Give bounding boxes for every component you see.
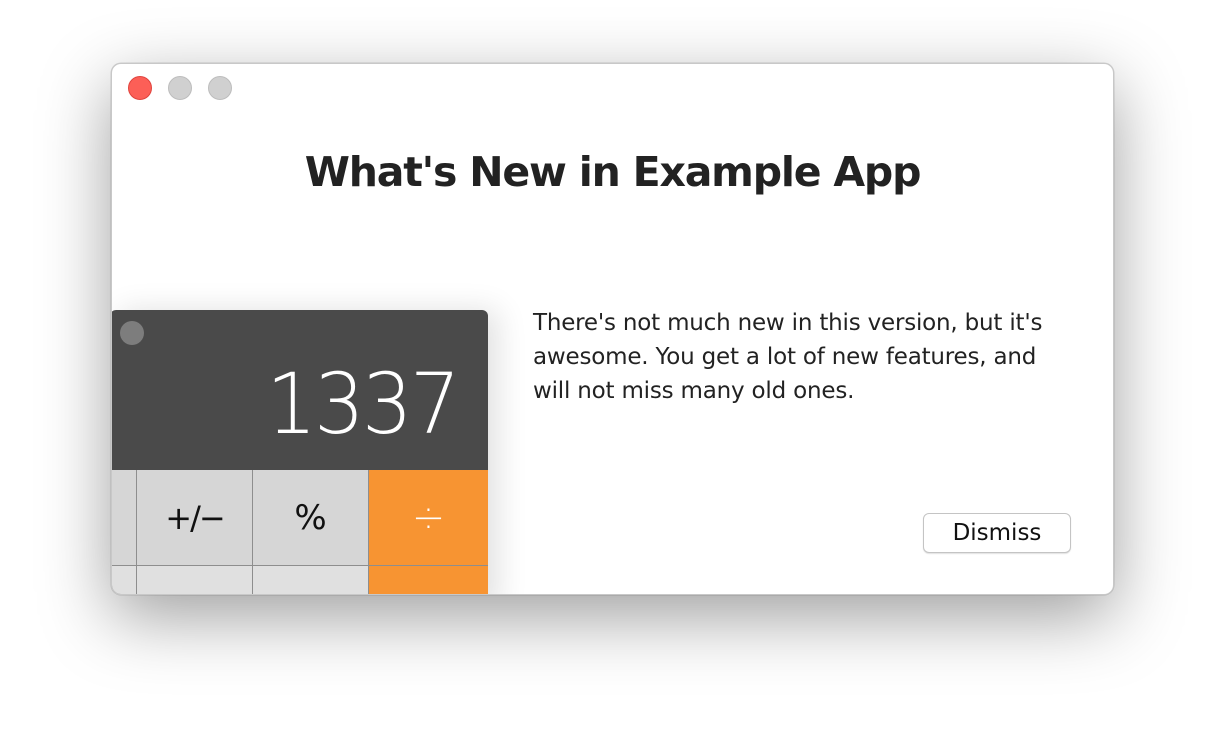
window-close-button[interactable] bbox=[128, 76, 152, 100]
window-zoom-button[interactable] bbox=[208, 76, 232, 100]
calculator-key-partial bbox=[369, 566, 488, 594]
calculator-key-partial bbox=[253, 566, 369, 594]
calculator-key-partial bbox=[112, 470, 137, 566]
calculator-key-sign: +/− bbox=[137, 470, 253, 566]
calculator-key-divide: ÷ bbox=[369, 470, 488, 566]
calculator-key-label: ÷ bbox=[411, 494, 446, 541]
calculator-key-label: % bbox=[294, 497, 327, 538]
calculator-key-partial bbox=[112, 566, 137, 594]
whats-new-description: There's not much new in this version, bu… bbox=[533, 310, 1043, 404]
calculator-key-percent: % bbox=[253, 470, 369, 566]
desktop: What's New in Example App 1337 +/− % ÷ T… bbox=[0, 0, 1224, 754]
calculator-key-partial bbox=[137, 566, 253, 594]
window-title: What's New in Example App bbox=[304, 148, 922, 196]
window-minimize-button[interactable] bbox=[168, 76, 192, 100]
whats-new-window: What's New in Example App 1337 +/− % ÷ T… bbox=[111, 63, 1114, 595]
dismiss-button[interactable]: Dismiss bbox=[923, 513, 1071, 553]
calculator-illustration: 1337 +/− % ÷ bbox=[112, 310, 488, 594]
calculator-key-label: +/− bbox=[165, 498, 225, 537]
calculator-display: 1337 bbox=[266, 355, 461, 453]
calculator-keypad: +/− % ÷ bbox=[112, 470, 488, 594]
calculator-window-dot-icon bbox=[120, 321, 144, 345]
